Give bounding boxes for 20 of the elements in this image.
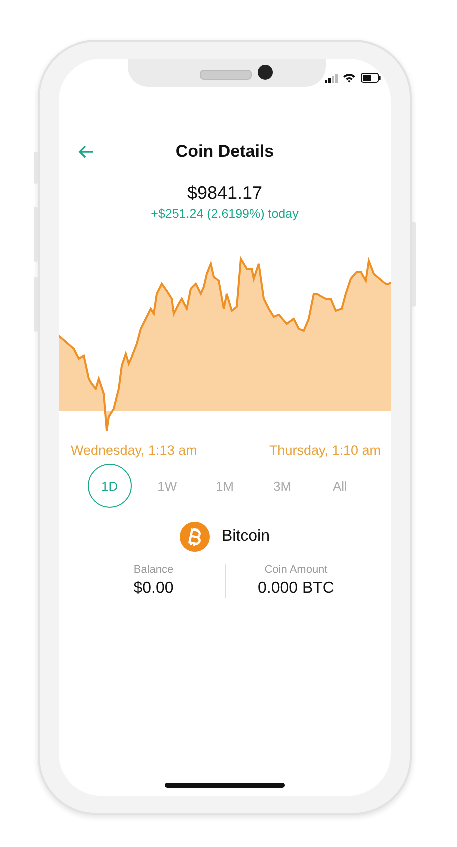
bitcoin-icon <box>180 522 210 552</box>
stat-label: Coin Amount <box>264 564 328 576</box>
back-button[interactable] <box>77 143 95 161</box>
range-tab[interactable]: All <box>318 464 362 508</box>
start-time-label: Wednesday, 1:13 am <box>71 443 198 458</box>
range-tab[interactable]: 1D <box>88 464 132 508</box>
price-change: +$251.24 (2.6199%) today <box>150 207 300 221</box>
wifi-icon <box>343 73 356 83</box>
stat-label: Balance <box>134 564 174 576</box>
range-tab[interactable]: 1W <box>145 464 190 508</box>
coin-name: Bitcoin <box>222 528 270 546</box>
range-tab[interactable]: 3M <box>260 464 305 508</box>
battery-icon <box>361 73 381 83</box>
end-time-label: Thursday, 1:10 am <box>269 443 381 458</box>
range-tab[interactable]: 1M <box>202 464 247 508</box>
stat-value: 0.000 BTC <box>258 580 334 598</box>
stat-value: $0.00 <box>134 580 174 598</box>
price-value: $9841.17 <box>186 183 264 204</box>
signal-icon <box>325 74 338 82</box>
screen-title: Coin Details <box>174 142 276 162</box>
